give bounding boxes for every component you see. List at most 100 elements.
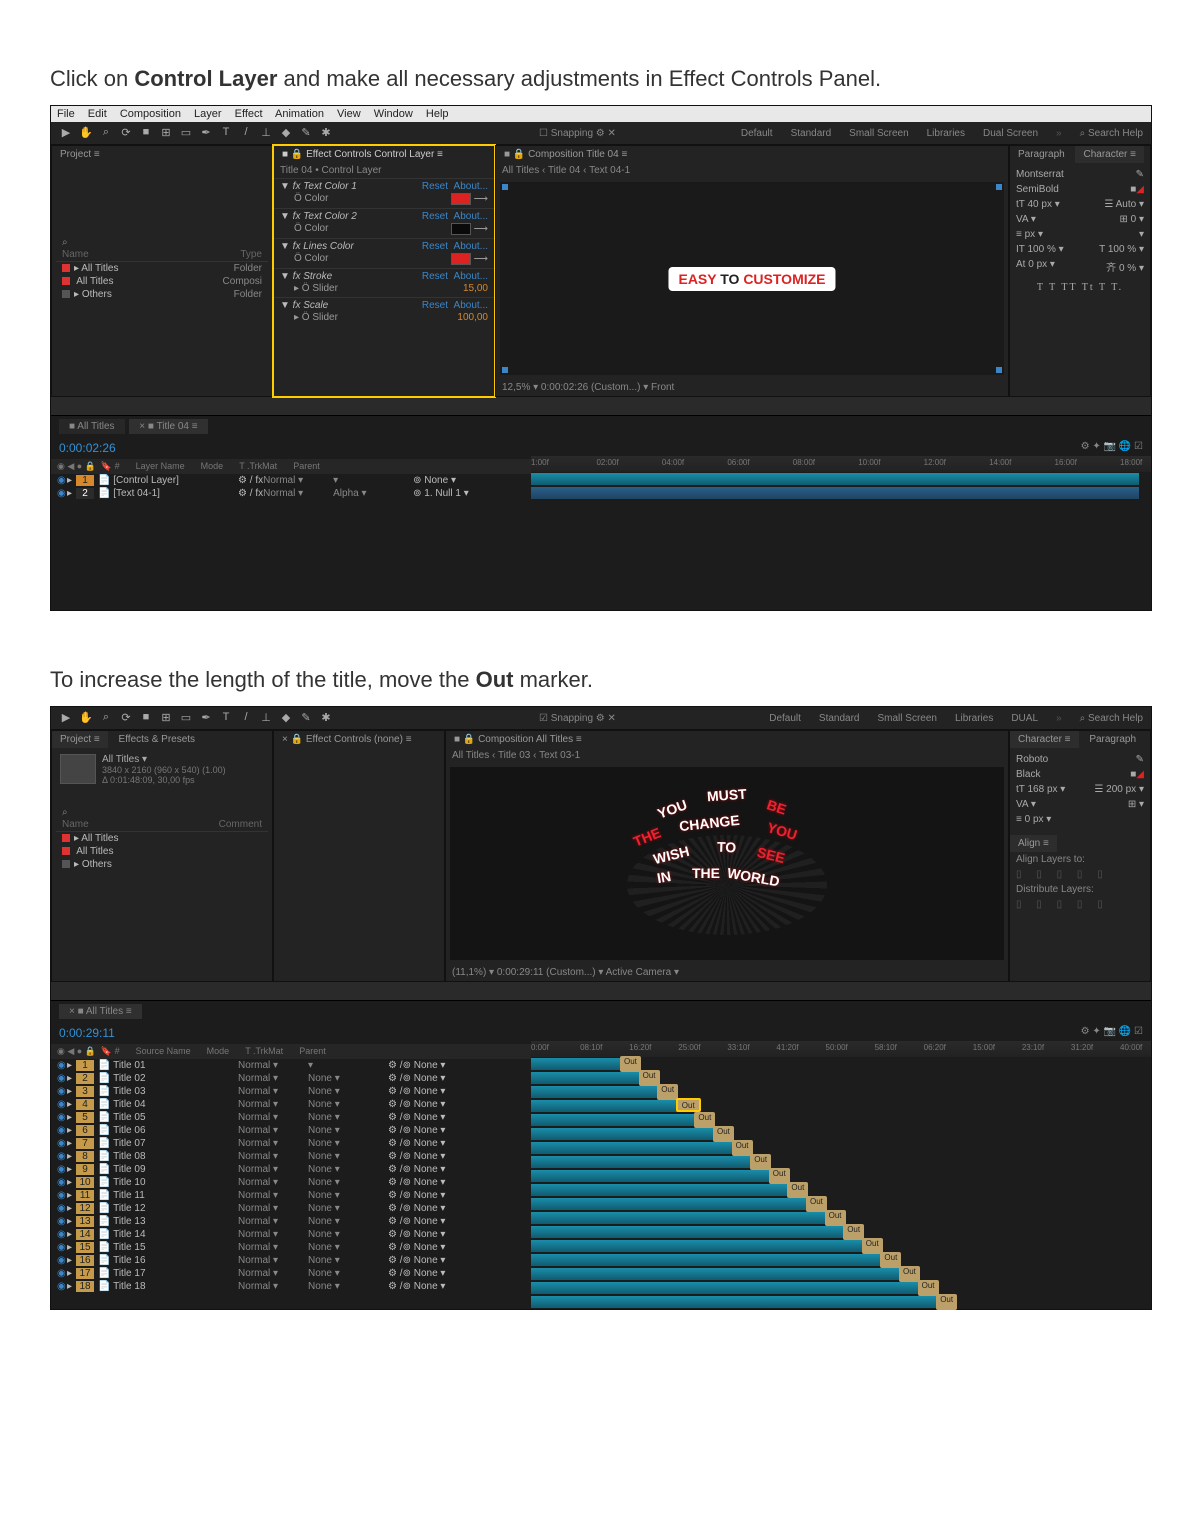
roto-tool-icon[interactable]: ✎ [299, 126, 313, 140]
clone-tool-icon[interactable]: ⊥ [259, 711, 273, 725]
out-marker[interactable]: Out [936, 1294, 957, 1310]
tl-tab-title04[interactable]: × ■ Title 04 ≡ [129, 419, 207, 434]
ws-standard[interactable]: Standard [791, 128, 832, 139]
puppet-tool-icon[interactable]: ✱ [319, 126, 333, 140]
layer-bar[interactable]: Out [531, 1281, 1151, 1295]
timeline-layer-row[interactable]: ◉ ▸ 14 📄 Title 14 Normal ▾ None ▾ ⚙ / ⊚ … [51, 1228, 531, 1241]
snapping-toggle[interactable]: ☐ Snapping ⚙ ✕ [539, 128, 616, 139]
menu-window[interactable]: Window [374, 108, 413, 120]
out-marker[interactable]: Out [769, 1168, 790, 1184]
ws-small[interactable]: Small Screen [878, 713, 937, 724]
project-tab[interactable]: Project ≡ [52, 731, 108, 748]
eyedropper-icon[interactable]: ✎ [1136, 754, 1144, 765]
baseline-field[interactable]: At 0 px ▾ [1016, 259, 1055, 274]
roto-tool-icon[interactable]: ✎ [299, 711, 313, 725]
eyedropper-icon[interactable]: ✎ [1136, 169, 1144, 180]
ws-small[interactable]: Small Screen [849, 128, 908, 139]
layer-bar[interactable]: Out [531, 1183, 1151, 1197]
font-family-dropdown[interactable]: Montserrat [1016, 169, 1064, 180]
comp-footer[interactable]: (11,1%) ▾ 0:00:29:11 (Custom...) ▾ Activ… [446, 964, 1008, 981]
effects-presets-tab[interactable]: Effects & Presets [111, 731, 204, 748]
type-tool-icon[interactable]: T [219, 711, 233, 725]
proj-item-all-titles-comp[interactable]: All Titles Composi [56, 275, 268, 288]
font-size-field[interactable]: tT 168 px ▾ [1016, 784, 1065, 795]
layer-bar[interactable] [531, 472, 1151, 486]
layer-bar[interactable]: Out [531, 1211, 1151, 1225]
align-buttons[interactable]: ▯ ▯ ▯ ▯ ▯ [1016, 867, 1144, 882]
hand-tool-icon[interactable]: ✋ [79, 126, 93, 140]
effect-controls-tab[interactable]: × 🔒 Effect Controls (none) ≡ [274, 731, 420, 748]
out-marker[interactable]: Out [732, 1140, 753, 1156]
brush-tool-icon[interactable]: / [239, 126, 253, 140]
proj-item-all-titles-folder[interactable]: ▸ All Titles Folder [56, 262, 268, 275]
timeline-layer-row[interactable]: ◉ ▸ 15 📄 Title 15 Normal ▾ None ▾ ⚙ / ⊚ … [51, 1241, 531, 1254]
out-marker[interactable]: Out [676, 1098, 701, 1112]
comp-viewer[interactable]: YOU MUST BE THE CHANGE YOU WISH TO SEE I… [450, 767, 1004, 960]
pen-tool-icon[interactable]: ✒ [199, 126, 213, 140]
ws-default[interactable]: Default [741, 128, 773, 139]
col-type[interactable]: Type [240, 249, 262, 260]
leading-field[interactable]: ☰ 200 px ▾ [1094, 784, 1144, 795]
ws-default[interactable]: Default [769, 713, 801, 724]
ws-standard[interactable]: Standard [819, 713, 860, 724]
comp-tab[interactable]: ■ 🔒 Composition Title 04 ≡ [496, 146, 1008, 163]
current-timecode[interactable]: 0:00:29:11 [51, 1022, 531, 1044]
timeline-layer-row[interactable]: ◉ ▸ 16 📄 Title 16 Normal ▾ None ▾ ⚙ / ⊚ … [51, 1254, 531, 1267]
zoom-tool-icon[interactable]: ⌕ [99, 711, 113, 725]
layer-bar[interactable]: Out [531, 1113, 1151, 1127]
proj-item[interactable]: ▸ Others [56, 858, 268, 871]
font-size-field[interactable]: tT 40 px ▾ [1016, 199, 1060, 210]
fx-group[interactable]: ▼ fx Lines Color Reset About...Ö Color ⟶ [274, 238, 494, 268]
menu-file[interactable]: File [57, 108, 75, 120]
menu-edit[interactable]: Edit [88, 108, 107, 120]
distribute-buttons[interactable]: ▯ ▯ ▯ ▯ ▯ [1016, 897, 1144, 912]
layer-bar[interactable]: Out [531, 1267, 1151, 1281]
tsume-field[interactable]: 齐 0 % ▾ [1106, 259, 1144, 274]
timeline-layer-row[interactable]: ◉ ▸ 10 📄 Title 10 Normal ▾ None ▾ ⚙ / ⊚ … [51, 1176, 531, 1189]
out-marker[interactable]: Out [918, 1280, 939, 1296]
timeline-layer-row[interactable]: ◉ ▸ 1 📄 [Control Layer] ⚙ / fx Normal ▾ … [51, 474, 531, 487]
stroke-width-field[interactable]: ≡ 0 px ▾ [1016, 814, 1051, 825]
timeline-layer-row[interactable]: ◉ ▸ 2 📄 Title 02 Normal ▾ None ▾ ⚙ / ⊚ N… [51, 1072, 531, 1085]
col-name[interactable]: Name [62, 819, 89, 830]
menu-help[interactable]: Help [426, 108, 449, 120]
shape-tool-icon[interactable]: ▭ [179, 711, 193, 725]
search-help[interactable]: Search Help [1080, 128, 1143, 139]
out-marker[interactable]: Out [806, 1196, 827, 1212]
align-tab[interactable]: Align ≡ [1010, 835, 1057, 852]
project-tab[interactable]: Project ≡ [52, 146, 108, 163]
pen-tool-icon[interactable]: ✒ [199, 711, 213, 725]
snapping-toggle[interactable]: ☑ Snapping ⚙ ✕ [539, 713, 616, 724]
timeline-layer-row[interactable]: ◉ ▸ 7 📄 Title 07 Normal ▾ None ▾ ⚙ / ⊚ N… [51, 1137, 531, 1150]
proj-item-others[interactable]: ▸ Others Folder [56, 288, 268, 301]
timeline-layer-row[interactable]: ◉ ▸ 6 📄 Title 06 Normal ▾ None ▾ ⚙ / ⊚ N… [51, 1124, 531, 1137]
app-menubar[interactable]: File Edit Composition Layer Effect Anima… [51, 106, 1151, 122]
timeline-layer-row[interactable]: ◉ ▸ 17 📄 Title 17 Normal ▾ None ▾ ⚙ / ⊚ … [51, 1267, 531, 1280]
font-weight-dropdown[interactable]: Black [1016, 769, 1040, 780]
out-marker[interactable]: Out [694, 1112, 715, 1128]
tracking-field[interactable]: ⊞ 0 ▾ [1119, 214, 1144, 225]
camera-tool-icon[interactable]: ■ [139, 126, 153, 140]
layer-bar[interactable]: Out [531, 1239, 1151, 1253]
hscale-field[interactable]: T 100 % ▾ [1099, 244, 1144, 255]
fx-group[interactable]: ▼ fx Stroke Reset About...▸ Ö Slider15,0… [274, 268, 494, 297]
ws-dual2[interactable]: DUAL [1011, 713, 1038, 724]
brush-tool-icon[interactable]: / [239, 711, 253, 725]
menu-view[interactable]: View [337, 108, 361, 120]
fill-swatch-icon[interactable]: ■◢ [1130, 184, 1144, 195]
timeline-layer-row[interactable]: ◉ ▸ 8 📄 Title 08 Normal ▾ None ▾ ⚙ / ⊚ N… [51, 1150, 531, 1163]
menu-layer[interactable]: Layer [194, 108, 222, 120]
puppet-tool-icon[interactable]: ✱ [319, 711, 333, 725]
out-marker[interactable]: Out [899, 1266, 920, 1282]
layer-bar[interactable]: Out [531, 1071, 1151, 1085]
out-marker[interactable]: Out [713, 1126, 734, 1142]
out-marker[interactable]: Out [787, 1182, 808, 1198]
timeline-layer-row[interactable]: ◉ ▸ 11 📄 Title 11 Normal ▾ None ▾ ⚙ / ⊚ … [51, 1189, 531, 1202]
fx-group[interactable]: ▼ fx Scale Reset About...▸ Ö Slider100,0… [274, 297, 494, 326]
effect-controls-tab[interactable]: ■ 🔒 Effect Controls Control Layer ≡ [274, 146, 451, 163]
comp-footer[interactable]: 12,5% ▾ 0:00:02:26 (Custom...) ▾ Front [496, 379, 1008, 396]
out-marker[interactable]: Out [620, 1056, 641, 1072]
type-style-buttons[interactable]: T T TT Tt T T. [1016, 282, 1144, 293]
zoom-tool-icon[interactable]: ⌕ [99, 126, 113, 140]
project-footer[interactable] [51, 397, 1151, 415]
